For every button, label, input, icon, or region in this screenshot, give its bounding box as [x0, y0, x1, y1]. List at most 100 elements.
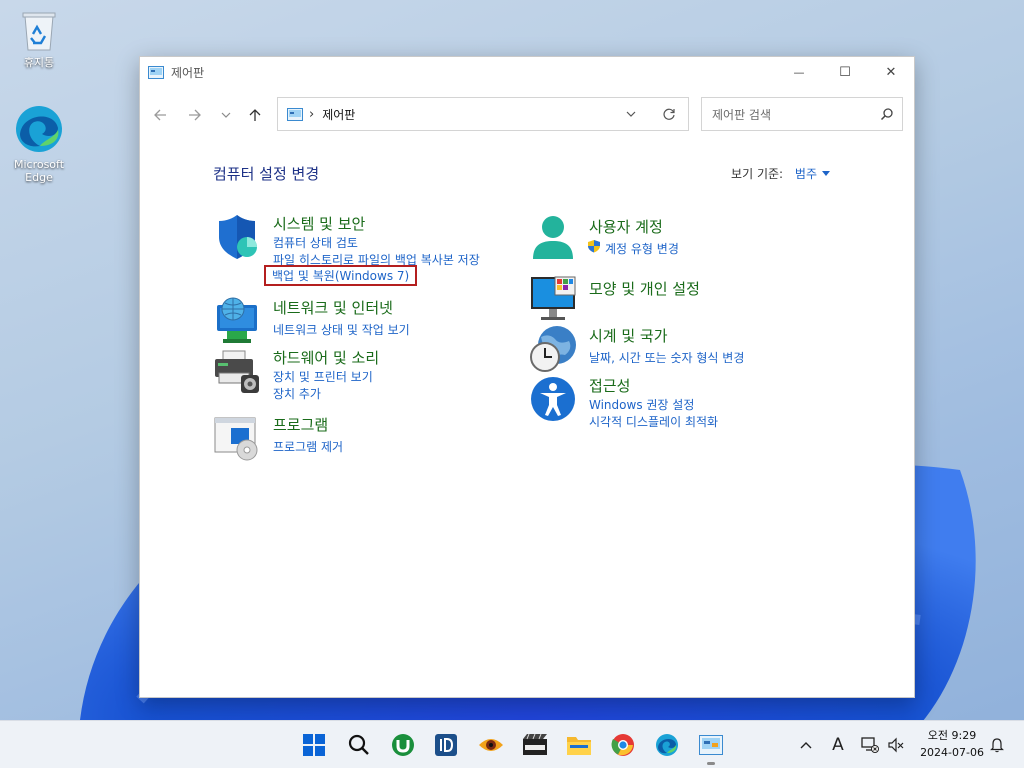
show-hidden-icons-button[interactable]: [796, 735, 816, 755]
clock-globe-icon[interactable]: [529, 325, 577, 373]
view-by: 보기 기준: 범주: [731, 165, 830, 182]
view-by-value: 범주: [794, 167, 817, 181]
arrow-right-icon: [189, 109, 201, 121]
search-input[interactable]: 제어판 검색: [701, 97, 903, 131]
taskbar-app-file-explorer[interactable]: [563, 729, 595, 761]
back-button[interactable]: [150, 105, 170, 125]
printer-icon[interactable]: [213, 347, 261, 395]
recycle-bin-icon: [22, 12, 56, 51]
maximize-button[interactable]: ☐: [822, 57, 868, 87]
category-title[interactable]: 접근성: [589, 375, 630, 396]
start-icon: [303, 734, 325, 756]
view-by-label: 보기 기준:: [731, 167, 784, 181]
chevron-up-icon: [800, 742, 812, 749]
link-change-date-time-format[interactable]: 날짜, 시간 또는 숫자 형식 변경: [589, 349, 744, 366]
category-clock-region: 시계 및 국가 날짜, 시간 또는 숫자 형식 변경: [529, 325, 829, 375]
window-controls: — ☐ ✕: [776, 57, 914, 87]
category-title[interactable]: 모양 및 개인 설정: [589, 278, 700, 299]
link-optimize-display[interactable]: 시각적 디스플레이 최적화: [589, 413, 718, 430]
taskbar-app-mpc-hc[interactable]: [519, 729, 551, 761]
refresh-icon[interactable]: [662, 107, 676, 121]
link-add-device[interactable]: 장치 추가: [273, 385, 321, 402]
taskbar-app-utorrent[interactable]: [387, 729, 419, 761]
category-title[interactable]: 시계 및 국가: [589, 325, 668, 346]
taskbar-app-control-panel[interactable]: [695, 729, 727, 765]
input-language-indicator[interactable]: A: [828, 735, 848, 755]
link-network-status[interactable]: 네트워크 상태 및 작업 보기: [273, 321, 410, 338]
network-icon[interactable]: [213, 297, 261, 345]
link-backup-restore[interactable]: 백업 및 복원(Windows 7): [264, 265, 418, 286]
programs-icon[interactable]: [213, 414, 261, 462]
chrome-icon: [611, 734, 634, 756]
clock-date: 2024-07-06: [920, 746, 984, 759]
recent-locations-button[interactable]: [216, 105, 236, 125]
edge-desktop-icon[interactable]: Microsoft Edge: [3, 104, 75, 184]
chevron-down-icon: [221, 112, 231, 118]
category-user-accounts: 사용자 계정 계정 유형 변경: [529, 213, 829, 263]
breadcrumb[interactable]: 제어판: [322, 106, 355, 123]
control-panel-icon: [287, 107, 303, 121]
caret-down-icon: [822, 171, 830, 176]
taskbar-app-1d[interactable]: [430, 729, 462, 761]
user-icon[interactable]: [529, 213, 577, 261]
navigation-bar: › 제어판 제어판 검색: [140, 97, 914, 131]
speaker-muted-icon: [888, 737, 904, 753]
link-devices-printers[interactable]: 장치 및 프린터 보기: [273, 368, 373, 385]
monitor-icon[interactable]: [529, 275, 577, 323]
network-disconnected-icon: [861, 737, 879, 753]
category-title[interactable]: 하드웨어 및 소리: [273, 347, 379, 368]
accessibility-icon[interactable]: [529, 375, 577, 423]
category-network-internet: 네트워크 및 인터넷 네트워크 상태 및 작업 보기: [213, 297, 513, 347]
category-title[interactable]: 프로그램: [273, 414, 328, 435]
taskbar-search-button[interactable]: [343, 729, 375, 761]
category-title[interactable]: 시스템 및 보안: [273, 213, 365, 234]
desktop-icon-label: 휴지통: [23, 56, 55, 69]
start-button[interactable]: [298, 729, 330, 761]
taskbar-app-chrome[interactable]: [607, 729, 639, 761]
mpc-hc-icon: [523, 733, 547, 755]
shield-icon[interactable]: [213, 213, 261, 261]
link-windows-recommended[interactable]: Windows 권장 설정: [589, 396, 694, 413]
arrow-left-icon: [154, 109, 166, 121]
category-system-security: 시스템 및 보안 컴퓨터 상태 검토 파일 히스토리로 파일의 백업 복사본 저…: [213, 213, 513, 286]
link-review-computer-status[interactable]: 컴퓨터 상태 검토: [273, 234, 358, 251]
up-button[interactable]: [245, 105, 265, 125]
forward-button[interactable]: [185, 105, 205, 125]
minimize-icon: —: [793, 65, 805, 79]
network-status-button[interactable]: [859, 735, 881, 755]
system-clock[interactable]: 오전 9:29 2024-07-06: [920, 727, 984, 761]
uac-shield-icon: [588, 240, 600, 253]
chevron-down-icon[interactable]: [624, 107, 638, 121]
category-programs: 프로그램 프로그램 제거: [213, 414, 513, 464]
breadcrumb-separator-icon: ›: [309, 106, 315, 122]
category-title[interactable]: 사용자 계정: [589, 216, 663, 237]
minimize-button[interactable]: —: [776, 57, 822, 87]
category-hardware-sound: 하드웨어 및 소리 장치 및 프린터 보기 장치 추가: [213, 347, 513, 407]
app-1d-icon: [435, 734, 457, 756]
search-icon: [348, 734, 369, 755]
edge-icon: [656, 734, 678, 756]
desktop-icon-label: Microsoft Edge: [13, 158, 65, 184]
taskbar-app-eye[interactable]: [475, 729, 507, 761]
taskbar: A 오전 9:29 2024-07-06: [0, 720, 1024, 768]
category-title[interactable]: 네트워크 및 인터넷: [273, 297, 393, 318]
link-change-account-type[interactable]: 계정 유형 변경: [605, 240, 679, 257]
control-panel-icon: [699, 735, 723, 755]
page-title: 컴퓨터 설정 변경: [213, 165, 320, 183]
taskbar-app-edge[interactable]: [651, 729, 683, 761]
control-panel-icon: [148, 65, 164, 79]
close-button[interactable]: ✕: [868, 57, 914, 87]
category-appearance-personalization: 모양 및 개인 설정: [529, 275, 829, 320]
control-panel-window: 제어판 — ☐ ✕ › 제어판 제어판 검색 컴퓨터 설정 변경 보기 기준: …: [139, 56, 915, 698]
link-uninstall-program[interactable]: 프로그램 제거: [273, 438, 343, 455]
bell-icon: [990, 738, 1004, 753]
recycle-bin-desktop-icon[interactable]: 휴지통: [3, 10, 75, 69]
notifications-button[interactable]: [987, 735, 1007, 755]
category-accessibility: 접근성 Windows 권장 설정 시각적 디스플레이 최적화: [529, 375, 829, 435]
view-by-dropdown[interactable]: 범주: [795, 167, 830, 181]
search-icon[interactable]: [880, 107, 894, 121]
address-bar[interactable]: › 제어판: [277, 97, 689, 131]
file-explorer-icon: [567, 737, 591, 755]
window-title: 제어판: [171, 65, 205, 80]
volume-button[interactable]: [885, 735, 907, 755]
